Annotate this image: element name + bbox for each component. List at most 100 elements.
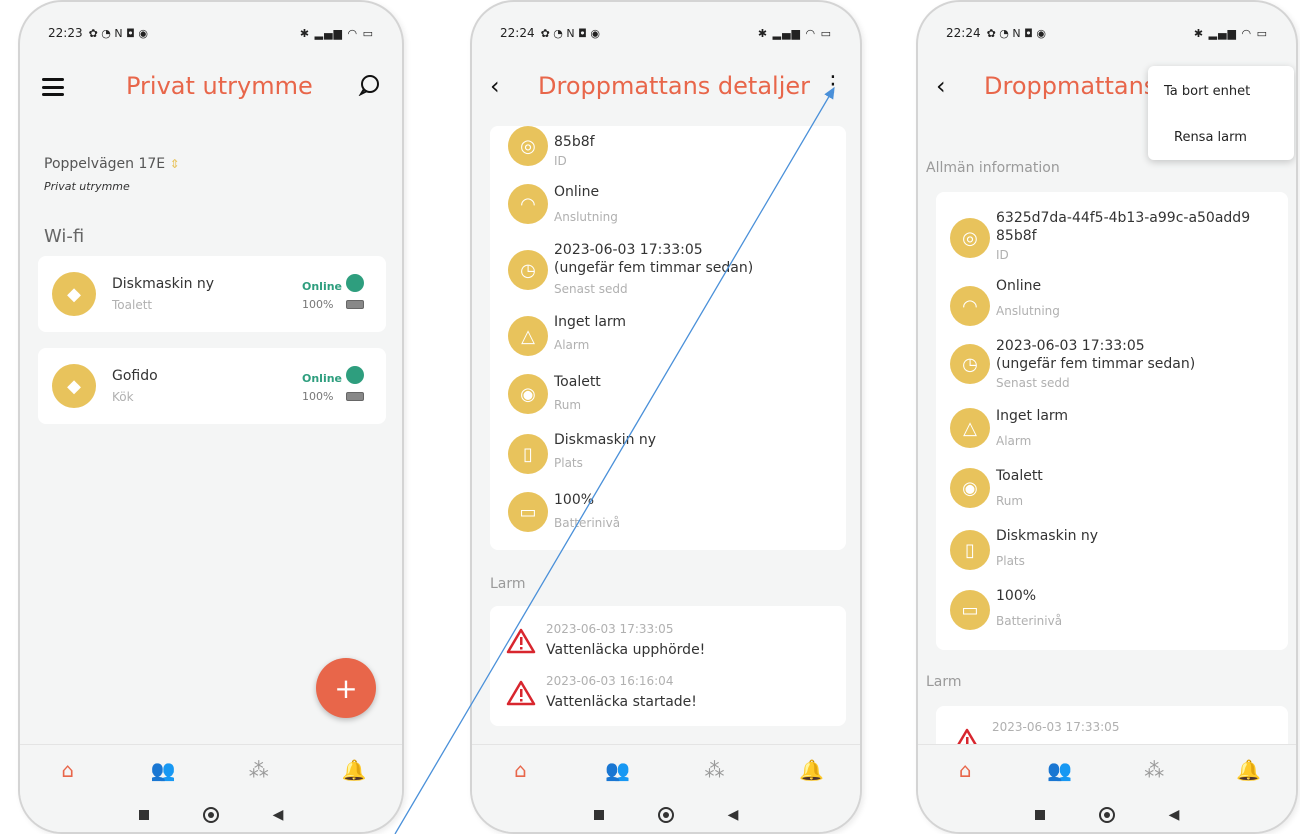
detail-label: Plats [996, 554, 1025, 568]
detail-value: 2023-06-03 17:33:05 [996, 338, 1145, 354]
detail-label: Senast sedd [554, 282, 628, 296]
water-drop-icon: ◆ [52, 364, 96, 408]
home-icon[interactable]: ⌂ [48, 758, 88, 782]
detail-label: ID [554, 154, 567, 168]
detail-label: ID [996, 248, 1009, 262]
bell-icon[interactable]: 🔔 [334, 758, 374, 782]
alarm-text: Vattenläcka startade! [546, 694, 697, 710]
back-button[interactable]: ◀ [728, 807, 739, 823]
location-selector[interactable]: Poppelvägen 17E ⇕ [44, 156, 180, 172]
chevron-up-down-icon: ⇕ [169, 157, 180, 171]
device-battery: 100% [302, 390, 334, 403]
more-options-icon[interactable]: ⋮ [822, 72, 844, 97]
back-button[interactable]: ◀ [1169, 807, 1180, 823]
bell-icon: △ [950, 408, 990, 448]
back-button[interactable]: ◀ [273, 807, 284, 823]
users-icon[interactable]: 👥 [598, 758, 638, 782]
phone-droppmattans-detaljer: 22:24 ✿ ◔ N ◘ ◉ ✱ ▂▄▆ ◠ ▭ ‹ Droppmattans… [470, 0, 862, 834]
status-notification-icons: ✿ ◔ N ◘ ◉ [540, 26, 600, 40]
overflow-menu: Ta bort enhet Rensa larm [1148, 66, 1294, 160]
detail-value: Online [554, 184, 600, 200]
alarm-time: 2023-06-03 17:33:05 [546, 622, 674, 636]
users-icon[interactable]: 👥 [143, 758, 183, 782]
group-icon[interactable]: ⁂ [239, 758, 279, 782]
system-navigation: ◀ [918, 794, 1296, 832]
status-signal-icons: ✱ ▂▄▆ ◠ ▭ [1193, 26, 1268, 40]
menu-item-clear-alarms[interactable]: Rensa larm [1174, 130, 1247, 145]
bell-icon[interactable]: 🔔 [1229, 758, 1269, 782]
detail-value: Inget larm [554, 314, 627, 330]
location-pin-icon: ◉ [508, 374, 548, 414]
group-icon[interactable]: ⁂ [1134, 758, 1174, 782]
clock-icon: ◷ [508, 250, 548, 290]
back-arrow-icon[interactable]: ‹ [936, 72, 946, 100]
detail-value: 2023-06-03 17:33:05 [554, 242, 703, 258]
battery-icon: ▭ [950, 590, 990, 630]
users-icon[interactable]: 👥 [1040, 758, 1080, 782]
appliance-icon: ▯ [950, 530, 990, 570]
add-device-button[interactable]: + [316, 658, 376, 718]
detail-value-secondary: 85b8f [996, 228, 1037, 244]
page-title: Droppmattans [984, 72, 1157, 100]
page-title: Privat utrymme [126, 72, 313, 100]
device-card[interactable]: ◆ Gofido Kök Online 100% [38, 348, 386, 424]
alarm-card: 2023-06-03 17:33:05 Vattenläcka upphörde… [490, 606, 846, 726]
status-time: 22:24 [500, 26, 535, 40]
status-notification-icons: ✿ ◔ N ◘ ◉ [88, 26, 148, 40]
device-battery: 100% [302, 298, 334, 311]
menu-icon[interactable] [42, 78, 64, 96]
online-indicator [346, 274, 364, 292]
recent-apps-button[interactable] [593, 810, 604, 820]
wifi-icon: ◠ [950, 286, 990, 326]
device-name: Gofido [112, 368, 158, 384]
home-icon[interactable]: ⌂ [501, 758, 541, 782]
phone-privat-utrymme: 22:23 ✿ ◔ N ◘ ◉ ✱ ▂▄▆ ◠ ▭ Privat utrymme… [18, 0, 404, 834]
detail-label: Plats [554, 456, 583, 470]
status-notification-icons: ✿ ◔ N ◘ ◉ [986, 26, 1046, 40]
detail-value: Online [996, 278, 1042, 294]
home-button[interactable] [657, 807, 674, 823]
bell-icon[interactable]: 🔔 [792, 758, 832, 782]
detail-value: Toalett [554, 374, 601, 390]
home-button[interactable] [1098, 807, 1115, 823]
detail-label: Batterinivå [996, 614, 1063, 628]
detail-label: Rum [996, 494, 1024, 508]
app-bar: ‹ Droppmattans detaljer ⋮ [472, 66, 860, 110]
page-title: Droppmattans detaljer [538, 72, 811, 100]
detail-value-secondary: (ungefär fem timmar sedan) [996, 356, 1196, 372]
menu-item-remove-device[interactable]: Ta bort enhet [1164, 84, 1250, 99]
detail-label: Rum [554, 398, 582, 412]
system-navigation: ◀ [20, 794, 402, 832]
status-signal-icons: ✱ ▂▄▆ ◠ ▭ [299, 26, 374, 40]
app-bar: Privat utrymme [20, 66, 402, 110]
battery-icon [346, 392, 364, 401]
bottom-navigation: ⌂ 👥 ⁂ 🔔 [20, 744, 402, 794]
device-status: Online [302, 372, 343, 385]
section-wifi: Wi-fi [44, 226, 85, 247]
system-navigation: ◀ [472, 794, 860, 832]
home-button[interactable] [202, 807, 219, 823]
detail-label: Alarm [554, 338, 590, 352]
detail-value: Diskmaskin ny [554, 432, 657, 448]
home-icon[interactable]: ⌂ [945, 758, 985, 782]
detail-value-secondary: (ungefär fem timmar sedan) [554, 260, 754, 276]
detail-label: Batterinivå [554, 516, 621, 530]
group-icon[interactable]: ⁂ [695, 758, 735, 782]
battery-icon [346, 300, 364, 309]
wifi-icon: ◠ [508, 184, 548, 224]
online-indicator [346, 366, 364, 384]
recent-apps-button[interactable] [1034, 810, 1045, 820]
detail-value: Diskmaskin ny [996, 528, 1099, 544]
warning-icon [506, 680, 536, 706]
device-card[interactable]: ◆ Diskmaskin ny Toalett Online 100% [38, 256, 386, 332]
status-bar: 22:24 ✿ ◔ N ◘ ◉ ✱ ▂▄▆ ◠ ▭ [946, 24, 1268, 42]
chat-icon[interactable] [358, 74, 380, 102]
detail-value: 6325d7da-44f5-4b13-a99c-a50add9 [996, 210, 1251, 226]
section-general-info: Allmän information [926, 160, 1060, 176]
recent-apps-button[interactable] [138, 810, 149, 820]
screenshot-collage: 22:23 ✿ ◔ N ◘ ◉ ✱ ▂▄▆ ◠ ▭ Privat utrymme… [0, 0, 1300, 834]
detail-value: Inget larm [996, 408, 1069, 424]
detail-value: 100% [996, 588, 1037, 604]
back-arrow-icon[interactable]: ‹ [490, 72, 500, 100]
section-larm: Larm [490, 576, 526, 592]
